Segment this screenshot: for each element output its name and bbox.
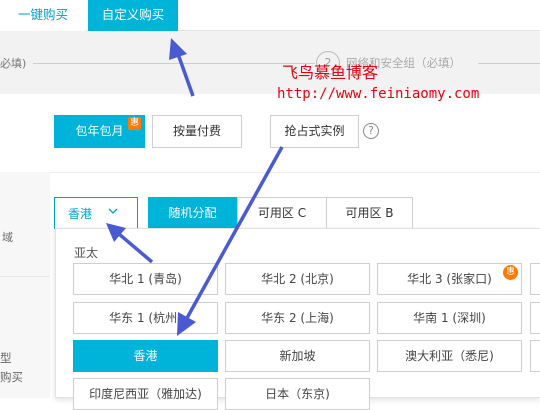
region-option[interactable]: 华南 1 (深圳)	[377, 302, 522, 334]
left-divider	[0, 276, 50, 277]
tab-quick-buy[interactable]: 一键购买	[0, 0, 86, 31]
region-option[interactable]: 印度尼西亚（雅加达)	[73, 378, 218, 410]
region-option[interactable]: 华北 2 (北京)	[225, 263, 370, 295]
step-label-fragment: 必填)	[0, 57, 27, 70]
region-option[interactable]: 华东 2 (上海)	[225, 302, 370, 334]
step-connector	[478, 63, 540, 64]
region-group-label: 亚太	[74, 246, 99, 260]
region-option[interactable]: 华北 3 (张家口)	[377, 263, 522, 295]
billing-preemptible-button[interactable]: 抢占式实例	[270, 115, 359, 148]
region-option-selected[interactable]: 香港	[73, 340, 218, 372]
help-icon[interactable]: ?	[363, 123, 379, 139]
chevron-down-icon	[107, 205, 119, 220]
type-row-label: 型	[0, 351, 12, 365]
purchase-row-label: 购买	[0, 370, 23, 384]
watermark-url: http://www.feiniaomy.com	[277, 86, 480, 102]
hot-badge-icon: 惠	[503, 265, 518, 280]
zone-b-button[interactable]: 可用区 B	[326, 197, 413, 229]
watermark-title: 飞鸟慕鱼博客	[282, 63, 379, 82]
region-select[interactable]	[54, 197, 138, 229]
region-option-partial[interactable]	[530, 302, 540, 334]
region-option[interactable]: 澳大利亚（悉尼)	[377, 340, 522, 372]
region-option-partial[interactable]	[530, 340, 540, 372]
region-option[interactable]: 华东 1 (杭州)	[73, 302, 218, 334]
zone-c-button[interactable]: 可用区 C	[237, 197, 327, 229]
zone-random-button[interactable]: 随机分配	[148, 197, 237, 229]
region-select-value: 香港	[68, 207, 93, 221]
discount-badge: 惠	[128, 117, 141, 130]
step-connector	[33, 63, 315, 64]
region-option-partial[interactable]	[530, 263, 540, 295]
region-option[interactable]: 日本（东京)	[225, 378, 370, 410]
region-option[interactable]: 华北 1 (青岛)	[73, 263, 218, 295]
section-divider	[0, 172, 540, 173]
billing-pay-as-you-go-button[interactable]: 按量付费	[152, 115, 242, 148]
tab-custom-buy[interactable]: 自定义购买	[88, 0, 178, 31]
region-row-label: 域	[2, 231, 13, 244]
region-option[interactable]: 新加坡	[225, 340, 370, 372]
